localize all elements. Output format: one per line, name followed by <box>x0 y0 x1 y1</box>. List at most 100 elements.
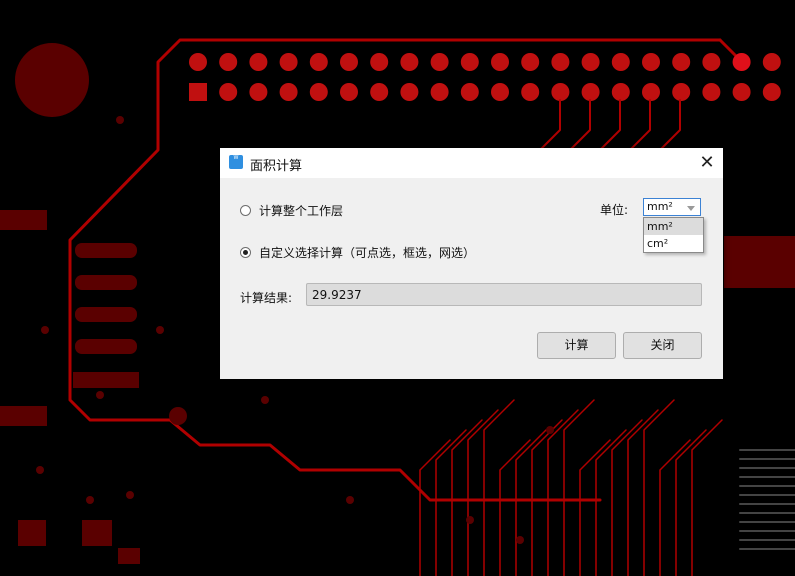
unit-option-cm2[interactable]: cm² <box>644 235 703 252</box>
smd-pad <box>0 406 47 426</box>
header-pin <box>249 83 268 101</box>
header-pin <box>581 83 600 101</box>
header-pin <box>340 53 358 71</box>
bus-trace <box>643 399 675 576</box>
mounting-hole <box>15 43 89 117</box>
header-pin <box>309 53 328 71</box>
header-pin <box>219 53 238 71</box>
header-pin <box>460 53 479 71</box>
header-pin-square <box>189 83 207 101</box>
via <box>516 536 524 544</box>
header-pin <box>400 83 419 101</box>
unit-dropdown-value: mm² <box>647 200 673 213</box>
via <box>169 407 187 425</box>
unit-dropdown[interactable]: mm² <box>643 198 701 216</box>
close-button[interactable]: 关闭 <box>623 332 702 359</box>
header-pin <box>521 53 540 71</box>
header-pin <box>642 53 660 71</box>
header-pin <box>551 53 570 71</box>
bus-trace <box>659 439 691 576</box>
bus-trace <box>467 409 499 576</box>
via <box>156 326 164 334</box>
via <box>261 396 269 404</box>
unit-dropdown-list: mm² cm² <box>643 217 704 253</box>
header-pin <box>400 53 419 71</box>
header-pin <box>672 53 691 71</box>
via <box>86 496 94 504</box>
bus-trace <box>595 429 627 576</box>
radio-whole-layer[interactable] <box>240 205 251 216</box>
pcb-trace <box>569 99 591 151</box>
pcb-trace <box>539 99 561 151</box>
header-pin <box>370 83 389 101</box>
smd-pad <box>18 520 46 546</box>
radio-custom-select[interactable] <box>240 247 251 258</box>
via <box>96 391 104 399</box>
header-pin <box>702 83 721 101</box>
header-pin <box>611 83 630 101</box>
header-pin <box>189 53 207 71</box>
copper-pour <box>724 236 795 288</box>
bus-trace <box>611 419 643 576</box>
unit-label: 单位: <box>600 203 629 217</box>
via <box>346 496 354 504</box>
header-pin <box>309 83 328 101</box>
area-calculation-dialog: W 面积计算 ✕ 计算整个工作层 自定义选择计算（可点选，框选，网选） 单位: … <box>220 148 723 379</box>
via <box>36 466 44 474</box>
smd-pad <box>75 275 137 290</box>
via <box>546 426 554 434</box>
header-pin <box>551 83 570 101</box>
header-pin <box>430 53 449 71</box>
header-pin <box>219 83 238 101</box>
header-pin <box>732 83 751 101</box>
bus-trace <box>691 419 723 576</box>
bus-trace <box>547 409 579 576</box>
header-pin <box>249 53 268 71</box>
via <box>116 116 124 124</box>
smd-pad <box>75 339 137 354</box>
dialog-titlebar[interactable]: W 面积计算 ✕ <box>220 148 723 178</box>
bus-trace <box>435 429 467 576</box>
bus-trace <box>499 439 531 576</box>
pcb-trace <box>659 99 681 151</box>
result-label: 计算结果: <box>240 291 293 305</box>
bus-trace <box>579 439 611 576</box>
app-logo-icon: W <box>229 155 243 169</box>
unit-option-mm2[interactable]: mm² <box>644 218 703 235</box>
bus-trace <box>483 399 515 576</box>
header-pin <box>611 53 630 71</box>
via <box>466 516 474 524</box>
header-pin <box>430 83 449 101</box>
bus-trace <box>531 419 563 576</box>
header-pin <box>491 53 509 71</box>
smd-pad <box>73 372 139 388</box>
header-pin <box>370 53 389 71</box>
dialog-title: 面积计算 <box>250 159 303 174</box>
header-pin <box>672 83 691 101</box>
close-icon[interactable]: ✕ <box>697 153 717 173</box>
bus-trace <box>419 439 451 576</box>
result-field[interactable]: 29.9237 <box>306 283 702 306</box>
header-pin <box>762 83 781 101</box>
option-custom-select[interactable]: 自定义选择计算（可点选，框选，网选） <box>240 244 475 261</box>
smd-pad <box>118 548 140 564</box>
option-custom-select-label: 自定义选择计算（可点选，框选，网选） <box>259 246 476 260</box>
pcb-trace <box>629 99 651 151</box>
chevron-down-icon[interactable] <box>687 206 695 211</box>
smd-pad <box>75 243 137 258</box>
header-pin <box>491 83 509 101</box>
smd-pad <box>0 210 47 230</box>
via <box>126 491 134 499</box>
header-pin <box>581 53 600 71</box>
pcb-trace <box>599 99 621 151</box>
option-whole-layer[interactable]: 计算整个工作层 <box>240 202 343 219</box>
calculate-button[interactable]: 计算 <box>537 332 616 359</box>
header-pin <box>279 83 298 101</box>
smd-pad <box>82 520 112 546</box>
smd-pad <box>75 307 137 322</box>
header-pin <box>642 83 660 101</box>
header-pin <box>460 83 479 101</box>
result-value: 29.9237 <box>312 288 362 302</box>
header-pin <box>762 53 781 71</box>
header-pin <box>521 83 540 101</box>
